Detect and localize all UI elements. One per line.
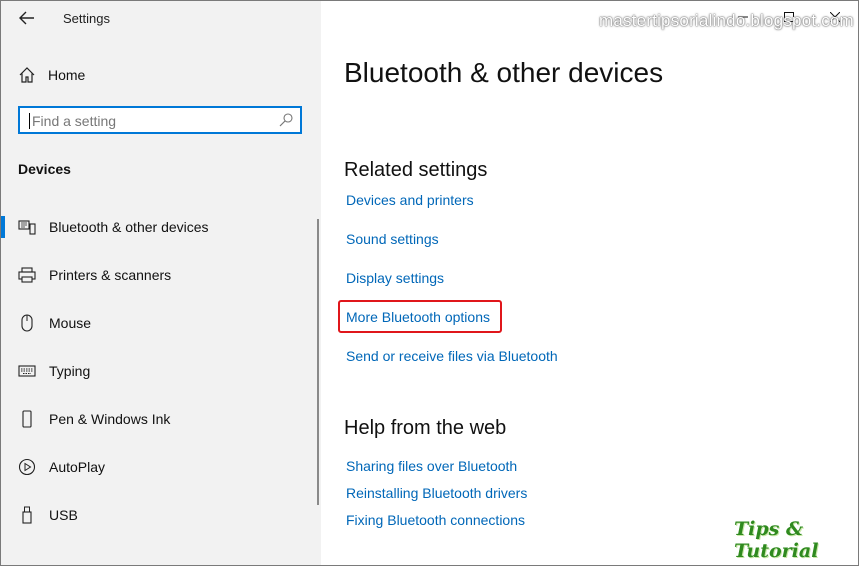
sidebar-item-label: Typing bbox=[49, 363, 91, 379]
search-icon[interactable] bbox=[278, 112, 294, 128]
pen-icon bbox=[18, 410, 36, 428]
section-label-devices: Devices bbox=[18, 161, 71, 177]
link-sound-settings[interactable]: Sound settings bbox=[346, 231, 439, 247]
home-link[interactable]: Home bbox=[18, 63, 85, 87]
sidebar: Settings Home Devices bbox=[1, 1, 321, 565]
app-title: Settings bbox=[63, 11, 110, 26]
link-devices-and-printers[interactable]: Devices and printers bbox=[346, 192, 474, 208]
link-reinstalling-drivers[interactable]: Reinstalling Bluetooth drivers bbox=[346, 485, 527, 501]
sidebar-item-usb[interactable]: USB bbox=[1, 497, 319, 533]
back-button[interactable] bbox=[13, 7, 41, 29]
link-sharing-files[interactable]: Sharing files over Bluetooth bbox=[346, 458, 517, 474]
bluetooth-devices-icon bbox=[18, 218, 36, 236]
sidebar-item-typing[interactable]: Typing bbox=[1, 353, 319, 389]
page-title: Bluetooth & other devices bbox=[344, 57, 664, 88]
keyboard-icon bbox=[18, 362, 36, 380]
printer-icon bbox=[18, 266, 36, 284]
sidebar-item-label: Bluetooth & other devices bbox=[49, 219, 209, 235]
sidebar-item-printers[interactable]: Printers & scanners bbox=[1, 257, 319, 293]
home-label: Home bbox=[48, 67, 86, 83]
settings-window: Settings Home Devices bbox=[0, 0, 859, 566]
sidebar-item-pen[interactable]: Pen & Windows Ink bbox=[1, 401, 319, 437]
sidebar-item-mouse[interactable]: Mouse bbox=[1, 305, 319, 341]
sidebar-item-label: AutoPlay bbox=[49, 459, 106, 475]
sidebar-item-label: Pen & Windows Ink bbox=[49, 411, 171, 427]
autoplay-icon bbox=[18, 458, 36, 476]
link-fixing-connections[interactable]: Fixing Bluetooth connections bbox=[346, 512, 525, 528]
watermark: mastertipsorialindo.blogspot.com bbox=[599, 11, 854, 30]
usb-icon bbox=[18, 506, 36, 524]
back-arrow-icon bbox=[19, 11, 34, 25]
mouse-icon bbox=[18, 314, 36, 332]
help-from-web-heading: Help from the web bbox=[344, 417, 507, 439]
search-input[interactable] bbox=[30, 111, 274, 131]
sidebar-item-autoplay[interactable]: AutoPlay bbox=[1, 449, 319, 485]
sidebar-item-label: USB bbox=[49, 507, 78, 523]
home-icon bbox=[19, 67, 35, 83]
sidebar-item-label: Mouse bbox=[49, 315, 92, 331]
link-display-settings[interactable]: Display settings bbox=[346, 270, 444, 286]
link-send-receive-files[interactable]: Send or receive files via Bluetooth bbox=[346, 348, 558, 364]
sidebar-scrollbar[interactable] bbox=[317, 219, 319, 505]
sidebar-item-label: Printers & scanners bbox=[49, 267, 172, 283]
active-indicator bbox=[1, 216, 5, 238]
search-box[interactable] bbox=[18, 106, 302, 134]
related-settings-heading: Related settings bbox=[344, 159, 488, 181]
sidebar-item-bluetooth[interactable]: Bluetooth & other devices bbox=[1, 209, 319, 245]
link-more-bluetooth-options[interactable]: More Bluetooth options bbox=[346, 309, 490, 325]
tips-tutorial-logo: Tips & Tutorial bbox=[734, 518, 819, 562]
